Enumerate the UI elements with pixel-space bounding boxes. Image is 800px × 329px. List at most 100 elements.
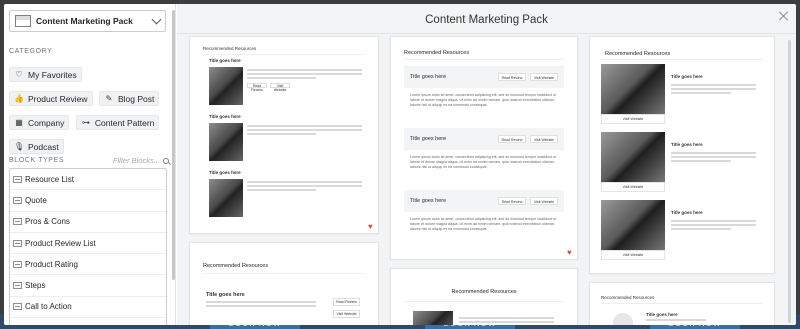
item-image <box>209 67 243 105</box>
block-type-call-to-action[interactable]: Call to Action <box>10 297 166 319</box>
item-text <box>247 69 362 81</box>
category-content-pattern[interactable]: ⊶ Content Pattern <box>75 115 160 130</box>
category-my-favorites[interactable]: ♡ My Favorites <box>9 67 82 82</box>
read-review-button: Read Review <box>498 197 526 205</box>
item-image <box>209 123 243 161</box>
block-type-label: Steps <box>25 281 46 291</box>
pattern-card-5[interactable]: Recommended Resources <box>390 268 578 325</box>
item-title: Title goes here <box>209 114 241 119</box>
item-description: Lorem ipsum dolor sit amet, consectetur … <box>410 93 557 107</box>
card-divider <box>601 303 763 304</box>
item-image <box>601 64 665 114</box>
item-image <box>601 200 665 250</box>
pattern-card-2[interactable]: Recommended Resources Title goes here Re… <box>390 36 578 260</box>
resource-row: Title goes here Read Review Visit Websit… <box>404 128 564 150</box>
block-type-label: Product Review List <box>25 238 96 248</box>
pattern-card-1[interactable]: Recommended Resources Title goes here Re… <box>189 36 379 234</box>
item-text <box>206 301 316 309</box>
category-label: Podcast <box>28 141 59 152</box>
block-type-product-review-list[interactable]: Product Review List <box>10 233 166 255</box>
item-title: Title goes here <box>671 210 703 215</box>
visit-website-button: Visit Website <box>530 73 558 81</box>
item-title: Title goes here <box>209 170 241 175</box>
pattern-preview-area: Content Marketing Pack Recommended Resou… <box>177 4 796 325</box>
item-title: Title goes here <box>671 142 703 147</box>
filter-placeholder: Filter Blocks... <box>112 156 160 165</box>
item-text <box>459 317 554 325</box>
category-label: My Favorites <box>28 69 77 80</box>
block-type-label: Quote <box>25 195 47 205</box>
category-company[interactable]: ▦ Company <box>9 115 70 130</box>
item-title: Title goes here <box>410 136 447 142</box>
block-icon <box>13 196 22 204</box>
item-description: Lorem ipsum dolor sit amet, consectetur … <box>410 155 557 169</box>
item-text <box>671 84 756 96</box>
block-icon <box>13 260 22 268</box>
visit-website-button: Visit Website <box>270 83 290 92</box>
favorite-heart-icon[interactable]: ♥ <box>567 249 574 257</box>
card-heading: Recommended Resources <box>601 295 655 300</box>
sidebar-scrollbar[interactable] <box>172 10 175 280</box>
item-title: Title goes here <box>646 312 678 317</box>
thumbs-up-icon: 👍 <box>14 94 24 103</box>
visit-website-button: Visit Website <box>601 182 665 192</box>
block-type-pros-cons[interactable]: Pros & Cons <box>10 212 166 233</box>
read-review-button: Read Review <box>333 298 360 306</box>
item-text <box>671 220 756 232</box>
item-text <box>671 152 756 164</box>
visit-website-button: Visit Website <box>333 310 360 318</box>
block-type-label: Product Rating <box>25 259 78 269</box>
preview-scrollbar[interactable] <box>788 40 791 323</box>
read-review-button: Read Review <box>498 135 526 143</box>
category-product-review[interactable]: 👍 Product Review <box>9 91 93 106</box>
category-podcast[interactable]: 🎙 Podcast <box>9 139 64 154</box>
item-image <box>209 179 243 217</box>
card-divider <box>404 301 564 302</box>
card-heading: Recommended Resources <box>203 46 257 51</box>
card-divider <box>601 59 763 60</box>
category-list: ♡ My Favorites 👍 Product Review ✎ Blog Post… <box>9 64 169 160</box>
block-types-header: BLOCK TYPES Filter Blocks... <box>9 156 169 165</box>
resource-row: Title goes here Read Review Visit Websit… <box>404 66 564 88</box>
pattern-card-3[interactable]: Recommended Resources Visit Website Titl… <box>589 36 775 274</box>
pack-select[interactable]: Content Marketing Pack <box>9 10 166 32</box>
category-label: Product Review <box>28 93 88 104</box>
close-icon[interactable] <box>778 10 790 22</box>
pack-thumbnail-icon <box>15 15 31 27</box>
heart-outline-icon: ♡ <box>15 70 23 79</box>
block-icon <box>13 303 22 311</box>
card-heading: Recommended Resources <box>404 50 470 56</box>
block-type-resource-list[interactable]: Resource List <box>10 169 166 191</box>
sidebar: Content Marketing Pack CATEGORY ♡ My Favo… <box>4 4 176 325</box>
item-title: Title goes here <box>410 198 447 204</box>
category-blog-post[interactable]: ✎ Blog Post <box>98 91 160 106</box>
title-divider <box>177 33 796 34</box>
pencil-icon: ✎ <box>105 94 113 103</box>
visit-website-button: Visit Website <box>530 135 558 143</box>
category-heading: CATEGORY <box>9 48 53 55</box>
item-image <box>601 132 665 182</box>
item-text <box>247 125 362 137</box>
block-type-label: Resource List <box>25 174 74 184</box>
item-title: Title goes here <box>410 74 447 80</box>
card-heading: Recommended Resources <box>605 51 671 57</box>
block-type-quote[interactable]: Quote <box>10 190 166 212</box>
pattern-library-modal: Content Marketing Pack CATEGORY ♡ My Favo… <box>4 4 796 325</box>
block-icon <box>13 218 22 226</box>
pattern-card-6[interactable]: Recommended Resources Title goes here <box>589 282 775 325</box>
resource-item: Visit Website Title goes here <box>601 200 763 260</box>
item-text <box>646 319 706 323</box>
visit-website-button: Visit Website <box>601 114 665 124</box>
category-label: Blog Post <box>117 93 155 104</box>
favorite-heart-icon[interactable]: ♥ <box>368 223 375 231</box>
read-review-button: Read Review <box>247 83 267 92</box>
block-type-steps[interactable]: Steps <box>10 275 166 297</box>
filter-blocks-input[interactable]: Filter Blocks... <box>113 156 169 165</box>
item-image <box>413 311 453 325</box>
card-divider <box>404 59 564 60</box>
item-text <box>247 181 362 193</box>
pattern-card-4[interactable]: Recommended Resources Title goes here Re… <box>189 242 379 325</box>
pack-select-label: Content Marketing Pack <box>36 16 133 26</box>
block-types-heading: BLOCK TYPES <box>9 157 65 164</box>
block-type-product-rating[interactable]: Product Rating <box>10 254 166 276</box>
